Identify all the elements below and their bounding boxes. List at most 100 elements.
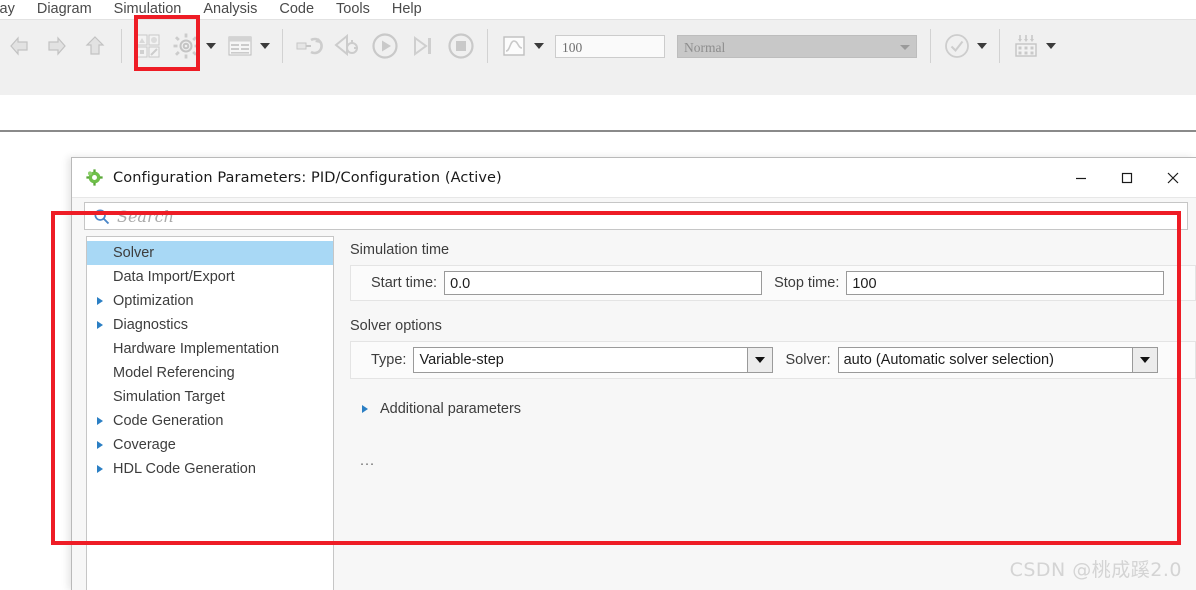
dialog-title: Configuration Parameters: PID/Configurat… xyxy=(113,169,502,186)
chevron-down-icon[interactable] xyxy=(747,347,774,373)
tree-item-label: HDL Code Generation xyxy=(113,461,256,477)
scope-icon xyxy=(503,36,525,56)
search-icon xyxy=(93,208,110,225)
dialog-body: Solver Data Import/Export Optimization D… xyxy=(72,235,1196,590)
tree-item-optimization[interactable]: Optimization xyxy=(87,289,333,313)
additional-parameters-label: Additional parameters xyxy=(380,401,522,417)
up-arrow-icon xyxy=(85,36,105,55)
simulation-mode-combo[interactable]: Normal xyxy=(677,34,917,58)
stop-icon xyxy=(448,33,474,59)
close-icon xyxy=(1167,172,1179,183)
additional-parameters-row[interactable]: Additional parameters xyxy=(358,401,1196,417)
tree-item-label: Coverage xyxy=(113,437,176,453)
tree-item-coverage[interactable]: Coverage xyxy=(87,433,333,457)
chevron-right-icon[interactable] xyxy=(93,321,107,329)
solver-options-group: Type: Variable-step Solver: auto (Automa… xyxy=(350,341,1196,379)
tree-item-hardware-implementation[interactable]: Hardware Implementation xyxy=(87,337,333,361)
search-input[interactable]: Search xyxy=(84,202,1188,230)
forward-button[interactable] xyxy=(40,29,74,63)
build-model-icon xyxy=(1015,35,1037,57)
close-button[interactable] xyxy=(1150,158,1196,197)
model-advisor-check-icon xyxy=(945,34,969,58)
solver-type-combo[interactable]: Variable-step xyxy=(413,347,774,373)
menu-item-simulation[interactable]: Simulation xyxy=(103,0,193,19)
model-configuration-dropdown-caret-icon[interactable] xyxy=(206,43,216,49)
tree-item-label: Data Import/Export xyxy=(113,269,235,285)
start-time-input[interactable]: 0.0 xyxy=(444,271,763,295)
update-model-button[interactable] xyxy=(292,29,326,63)
stop-button[interactable] xyxy=(444,29,478,63)
chevron-down-icon[interactable] xyxy=(1131,347,1158,373)
simulation-time-group: Start time: 0.0 Stop time: 100 xyxy=(350,265,1196,301)
screen-root: splay Diagram Simulation Analysis Code T… xyxy=(0,0,1196,590)
tree-item-solver[interactable]: Solver xyxy=(87,241,333,265)
menu-item-help[interactable]: Help xyxy=(381,0,433,19)
chevron-right-icon[interactable] xyxy=(358,405,372,413)
maximize-icon xyxy=(1121,172,1133,183)
build-model-dropdown-caret-icon[interactable] xyxy=(1046,43,1056,49)
canvas-breadcrumb-strip xyxy=(0,95,1196,132)
step-forward-button[interactable] xyxy=(406,29,440,63)
menu-item-tools[interactable]: Tools xyxy=(325,0,381,19)
window-controls xyxy=(1058,158,1196,197)
back-button[interactable] xyxy=(2,29,36,63)
settings-tree[interactable]: Solver Data Import/Export Optimization D… xyxy=(86,236,334,590)
minimize-button[interactable] xyxy=(1058,158,1104,197)
library-browser-button[interactable] xyxy=(131,29,165,63)
fast-restart-button[interactable] xyxy=(330,29,364,63)
chevron-right-icon[interactable] xyxy=(93,417,107,425)
run-button[interactable] xyxy=(368,29,402,63)
chevron-right-icon[interactable] xyxy=(93,465,107,473)
model-advisor-dropdown-caret-icon[interactable] xyxy=(977,43,987,49)
model-configuration-parameters-button[interactable] xyxy=(169,29,203,63)
solver-value: auto (Automatic solver selection) xyxy=(837,347,1132,373)
solver-options-heading: Solver options xyxy=(350,318,442,334)
toolbar-separator xyxy=(282,29,283,63)
dialog-title-bar: Configuration Parameters: PID/Configurat… xyxy=(72,158,1196,198)
menu-item-display[interactable]: splay xyxy=(0,0,26,19)
model-configuration-gear-icon xyxy=(173,33,199,59)
chevron-right-icon[interactable] xyxy=(93,297,107,305)
model-explorer-dropdown-caret-icon[interactable] xyxy=(260,43,270,49)
stop-time-label: Stop time: xyxy=(774,275,840,291)
tree-item-code-generation[interactable]: Code Generation xyxy=(87,409,333,433)
simulation-time-heading: Simulation time xyxy=(350,242,450,258)
up-to-parent-button[interactable] xyxy=(78,29,112,63)
solver-combo[interactable]: auto (Automatic solver selection) xyxy=(837,347,1158,373)
simulation-data-inspector-button[interactable] xyxy=(497,29,531,63)
tree-item-simulation-target[interactable]: Simulation Target xyxy=(87,385,333,409)
toolbar-separator xyxy=(930,29,931,63)
model-explorer-icon xyxy=(228,36,252,56)
chevron-right-icon[interactable] xyxy=(93,441,107,449)
tree-item-model-referencing[interactable]: Model Referencing xyxy=(87,361,333,385)
tree-item-hdl-code-generation[interactable]: HDL Code Generation xyxy=(87,457,333,481)
menu-bar-items: splay Diagram Simulation Analysis Code T… xyxy=(0,0,433,19)
tree-item-label: Hardware Implementation xyxy=(113,341,280,357)
data-inspector-dropdown-caret-icon[interactable] xyxy=(534,43,544,49)
tree-item-diagnostics[interactable]: Diagnostics xyxy=(87,313,333,337)
watermark: CSDN @桃成蹊2.0 xyxy=(1009,559,1182,581)
maximize-button[interactable] xyxy=(1104,158,1150,197)
model-advisor-button[interactable] xyxy=(940,29,974,63)
start-time-label: Start time: xyxy=(371,275,438,291)
simulation-mode-value: Normal xyxy=(684,39,726,55)
menu-item-diagram[interactable]: Diagram xyxy=(26,0,103,19)
tree-item-label: Code Generation xyxy=(113,413,224,429)
dialog-search-row: Search xyxy=(72,198,1196,236)
stop-time-input[interactable]: 100 xyxy=(846,271,1165,295)
stop-time-input[interactable]: 100 xyxy=(555,34,665,58)
canvas-toolstrip xyxy=(0,71,1196,97)
config-parameters-gear-icon xyxy=(86,169,103,186)
menu-item-code[interactable]: Code xyxy=(268,0,325,19)
step-forward-icon xyxy=(414,36,431,56)
solver-type-label: Type: xyxy=(371,352,407,368)
tree-item-label: Simulation Target xyxy=(113,389,225,405)
build-model-button[interactable] xyxy=(1009,29,1043,63)
solver-label: Solver: xyxy=(785,352,831,368)
toolbar-separator xyxy=(999,29,1000,63)
back-arrow-icon xyxy=(10,36,28,56)
model-explorer-button[interactable] xyxy=(223,29,257,63)
menu-item-analysis[interactable]: Analysis xyxy=(192,0,268,19)
search-placeholder: Search xyxy=(117,206,174,226)
tree-item-data-import-export[interactable]: Data Import/Export xyxy=(87,265,333,289)
